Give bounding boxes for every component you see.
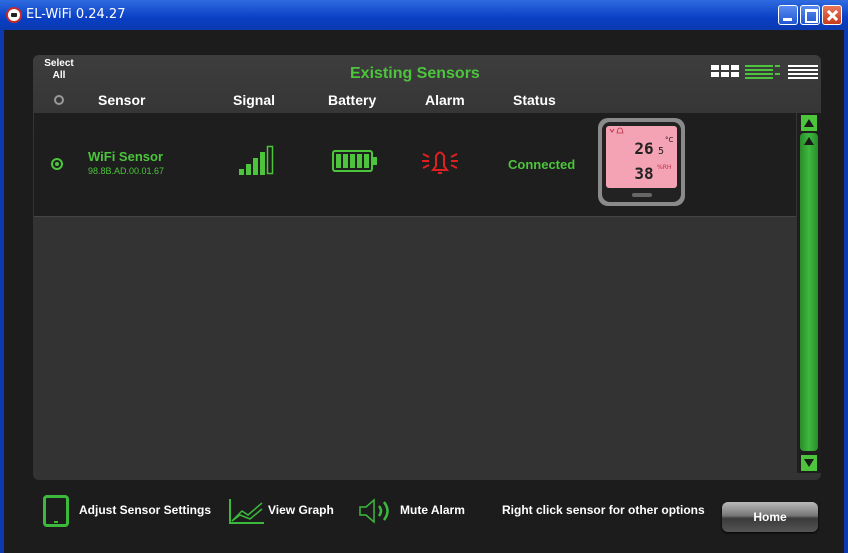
home-button[interactable]: Home	[722, 502, 818, 532]
scroll-up-button[interactable]	[801, 115, 817, 131]
sensor-name: WiFi Sensor	[88, 149, 164, 164]
sensor-status: Connected	[508, 157, 576, 172]
column-header-sensor: Sensor	[98, 92, 146, 108]
scrollbar-thumb[interactable]	[800, 133, 818, 451]
speaker-icon[interactable]	[358, 497, 396, 525]
context-menu-hint: Right click sensor for other options	[502, 503, 705, 517]
column-header-alarm: Alarm	[425, 92, 465, 108]
device-temperature-unit: °C	[665, 136, 674, 144]
sensor-device-display-icon: 26 5 °C 38 %RH	[598, 118, 685, 206]
window-title: EL-WiFi 0.24.27	[26, 7, 126, 22]
select-all-radio[interactable]	[54, 95, 64, 105]
close-button[interactable]	[822, 5, 842, 25]
device-temperature-decimal: 5	[658, 146, 664, 157]
column-header-status: Status	[513, 92, 556, 108]
mute-alarm-button[interactable]: Mute Alarm	[400, 503, 465, 517]
battery-level-icon	[332, 150, 377, 172]
adjust-settings-icon[interactable]	[43, 495, 69, 527]
signal-strength-icon	[239, 145, 274, 175]
list-view-icon[interactable]	[745, 64, 780, 79]
view-graph-button[interactable]: View Graph	[268, 503, 334, 517]
app-icon	[6, 7, 22, 23]
view-graph-icon[interactable]	[228, 497, 266, 525]
alarm-bell-icon	[422, 151, 458, 174]
scroll-down-button[interactable]	[801, 455, 817, 471]
select-all-label: Select All	[44, 58, 74, 81]
column-header-signal: Signal	[233, 92, 276, 108]
minimize-button[interactable]	[778, 5, 798, 25]
sensor-mac-address: 98.8B.AD.00.01.67	[88, 166, 165, 176]
sensor-select-radio[interactable]	[51, 158, 63, 170]
compact-view-icon[interactable]	[788, 64, 818, 79]
column-header-battery: Battery	[328, 92, 377, 108]
panel-heading: Existing Sensors	[350, 65, 480, 82]
grid-view-icon[interactable]	[711, 65, 741, 77]
device-humidity: 38	[634, 164, 653, 183]
adjust-sensor-settings-button[interactable]: Adjust Sensor Settings	[79, 503, 211, 517]
device-temperature: 26	[634, 139, 653, 158]
device-humidity-unit: %RH	[657, 164, 671, 171]
maximize-button[interactable]	[800, 5, 820, 25]
title-bar: EL-WiFi 0.24.27	[0, 0, 848, 30]
